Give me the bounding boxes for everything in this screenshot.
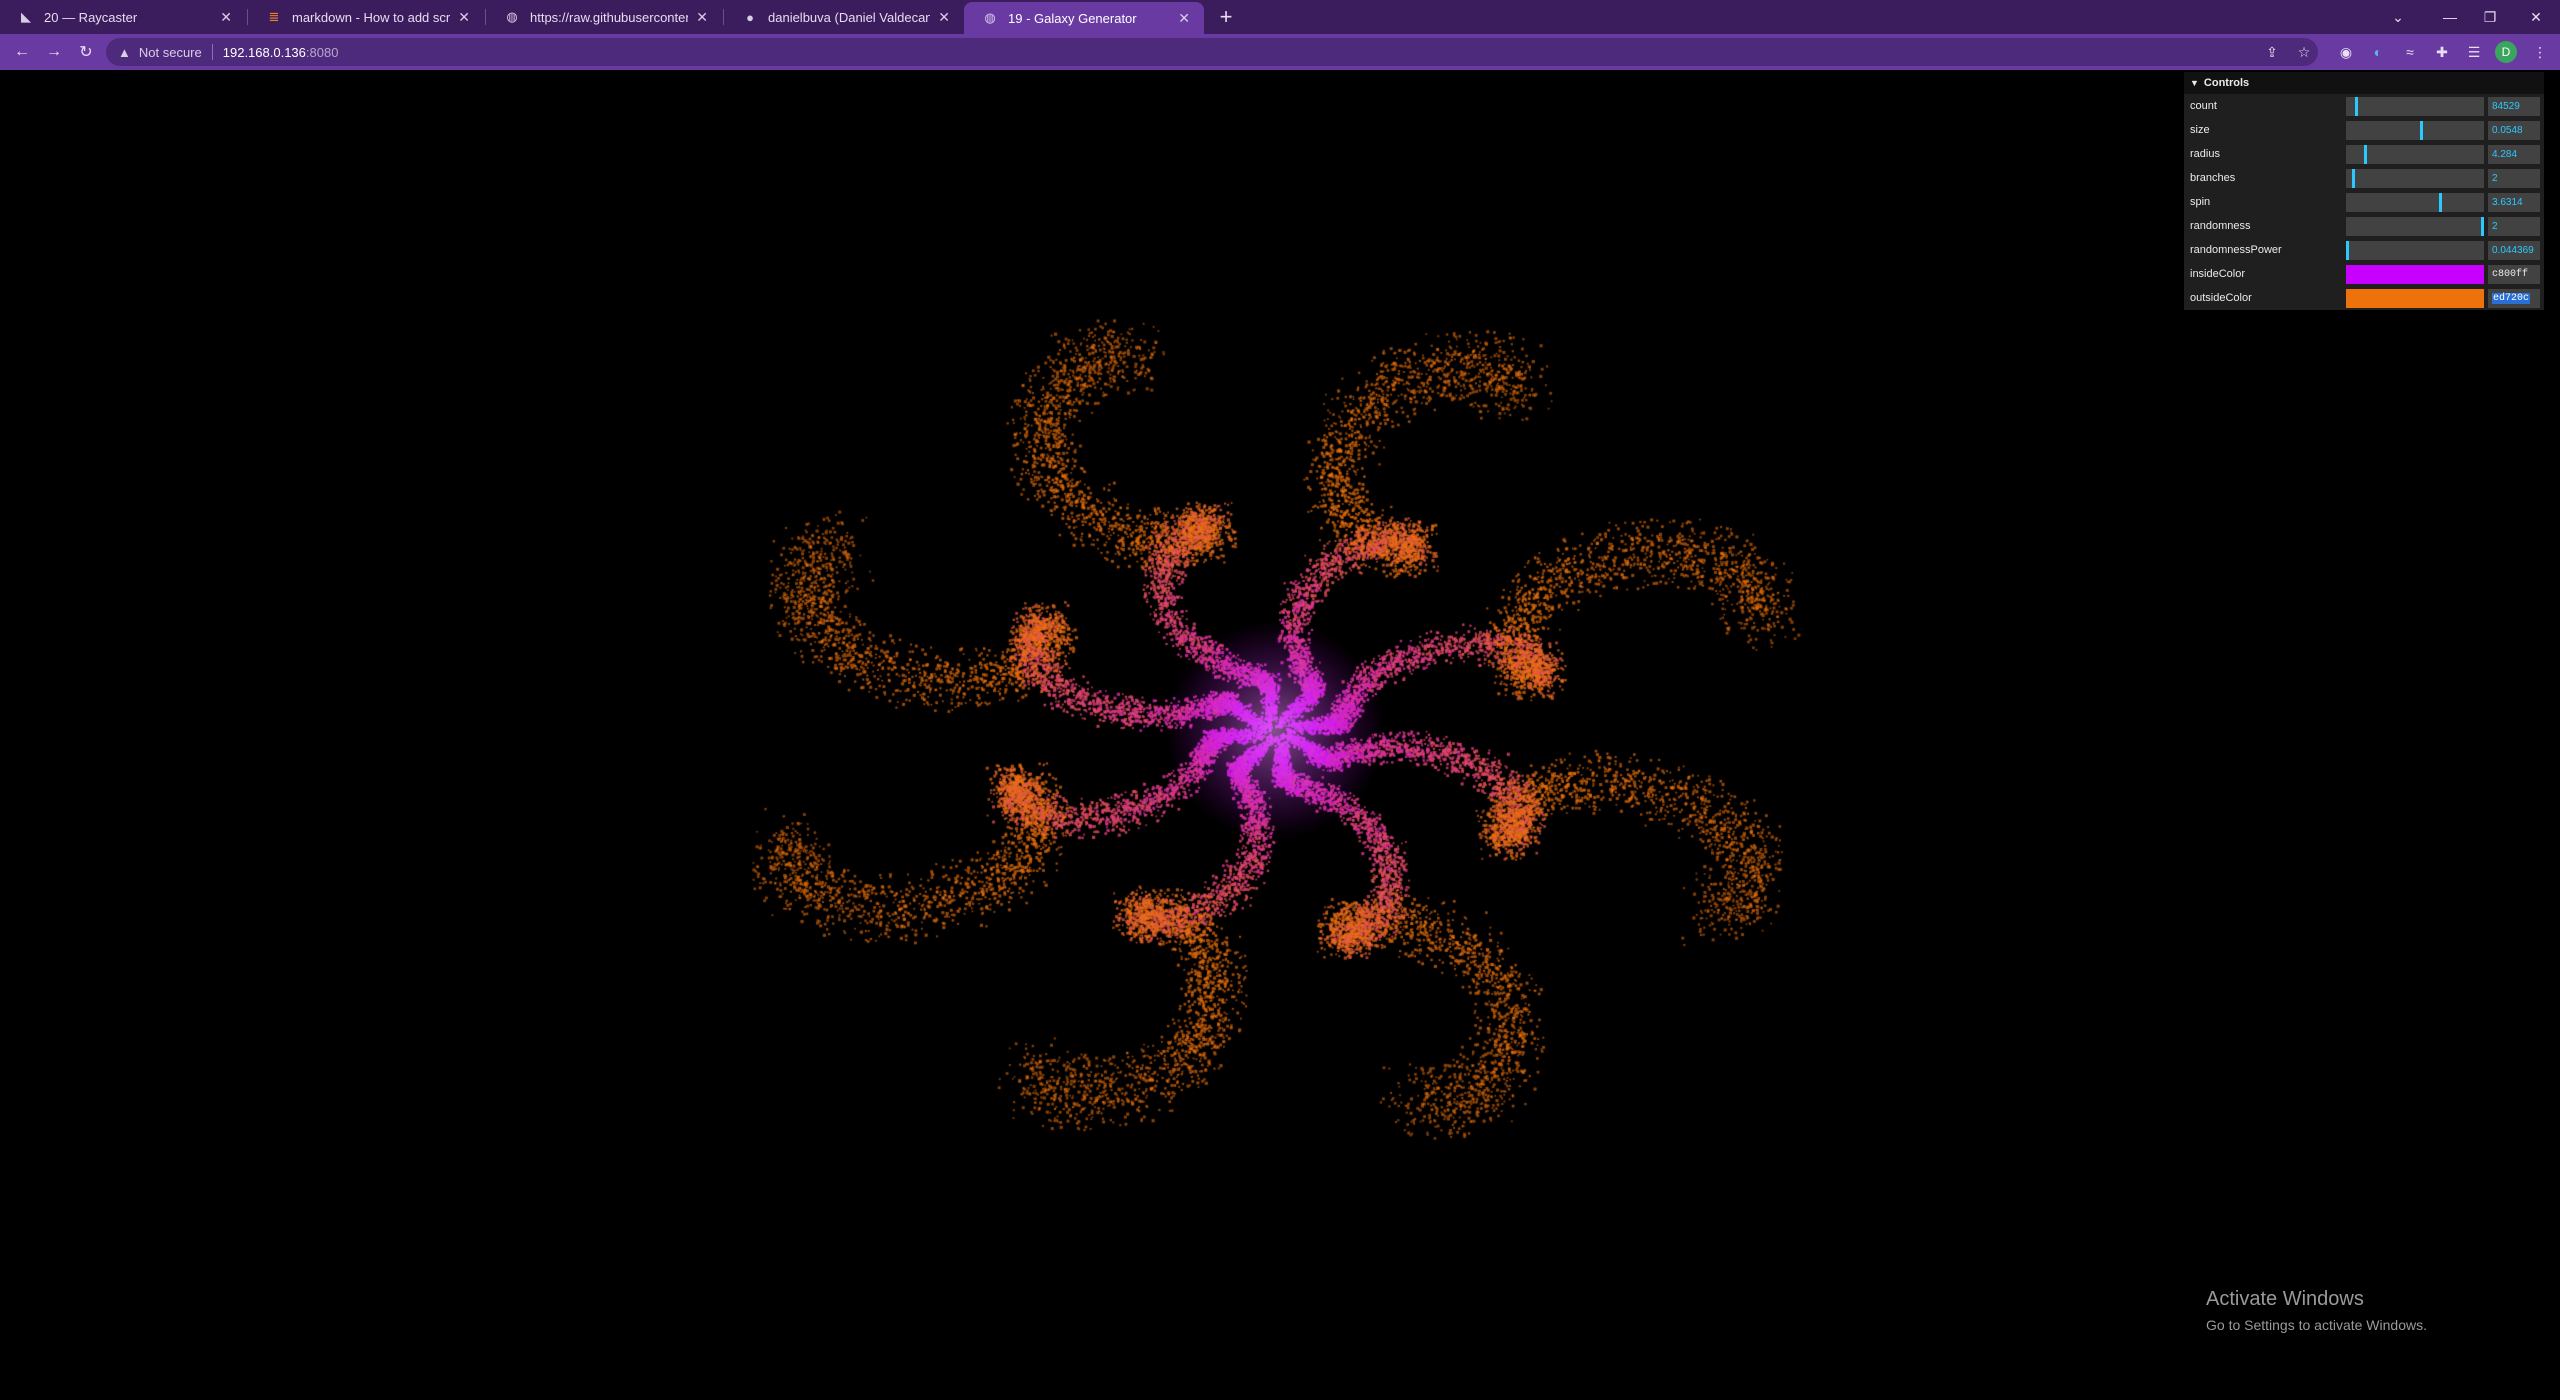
count-slider[interactable] xyxy=(2346,96,2484,116)
bookmark-star-icon[interactable]: ☆ xyxy=(2292,38,2316,66)
slider-knob[interactable] xyxy=(2346,240,2349,260)
tab-search-icon[interactable]: ⌄ xyxy=(2376,0,2420,34)
restore-button[interactable]: ❐ xyxy=(2468,0,2512,34)
security-label[interactable]: Not secure xyxy=(139,45,202,60)
size-slider[interactable] xyxy=(2346,120,2484,140)
randomness-slider[interactable] xyxy=(2346,216,2484,236)
hex-value: ed720c xyxy=(2492,292,2531,304)
reload-button[interactable]: ↻ xyxy=(72,34,100,70)
control-label: branches xyxy=(2190,172,2236,184)
divider xyxy=(211,44,213,60)
control-label: insideColor xyxy=(2190,268,2246,280)
controls-title-label: Controls xyxy=(2203,77,2250,89)
close-icon[interactable]: ✕ xyxy=(458,9,470,26)
control-label: outsideColor xyxy=(2190,292,2252,304)
control-row-spin: spin 3.6314 xyxy=(2184,190,2544,214)
reading-list-icon[interactable]: ☰ xyxy=(2460,38,2488,66)
tab-raycaster[interactable]: ◣ 20 — Raycaster ✕ xyxy=(0,0,246,34)
control-label: randomness xyxy=(2190,220,2251,232)
tab-github[interactable]: ● danielbuva (Daniel Valdecantos) ✕ xyxy=(724,0,964,34)
control-row-radius: radius 4.284 xyxy=(2184,142,2544,166)
randomnessPower-slider[interactable] xyxy=(2346,240,2484,260)
watermark-subtitle: Go to Settings to activate Windows. xyxy=(2206,1317,2427,1333)
slider-knob[interactable] xyxy=(2351,168,2355,188)
tab-label: markdown - How to add screens xyxy=(292,9,451,25)
control-row-count: count 84529 xyxy=(2184,94,2544,118)
outsideColor-hex-input[interactable]: ed720c xyxy=(2488,288,2540,308)
spin-slider[interactable] xyxy=(2346,192,2484,212)
close-window-button[interactable]: ✕ xyxy=(2514,0,2558,34)
randomnessPower-value-input[interactable]: 0.044369 xyxy=(2488,240,2540,260)
minimize-button[interactable]: — xyxy=(2428,0,2472,34)
stackoverflow-icon: ≣ xyxy=(268,9,280,24)
randomness-value-input[interactable]: 2 xyxy=(2488,216,2540,236)
slider-knob[interactable] xyxy=(2354,96,2358,116)
insideColor-hex-input[interactable]: c800ff xyxy=(2488,264,2540,284)
count-value-input[interactable]: 84529 xyxy=(2488,96,2540,116)
branches-slider[interactable] xyxy=(2346,168,2484,188)
control-row-size: size 0.0548 xyxy=(2184,118,2544,142)
tab-galaxy-generator[interactable]: ◍ 19 - Galaxy Generator ✕ xyxy=(964,2,1204,34)
controls-title[interactable]: ▼ Controls xyxy=(2184,72,2544,94)
control-label: size xyxy=(2190,124,2210,136)
control-label: radius xyxy=(2190,148,2220,160)
extension-audio-icon[interactable]: ◐ xyxy=(2364,38,2392,66)
control-label: count xyxy=(2190,100,2217,112)
size-value-input[interactable]: 0.0548 xyxy=(2488,120,2540,140)
slider-knob[interactable] xyxy=(2481,216,2484,236)
branches-value-input[interactable]: 2 xyxy=(2488,168,2540,188)
outsideColor-swatch[interactable] xyxy=(2346,288,2484,308)
slider-knob[interactable] xyxy=(2364,144,2368,164)
browser-toolbar: ← → ↻ ▲ Not secure 192.168.0.136 :8080 ⇪… xyxy=(0,34,2560,70)
control-label: spin xyxy=(2190,196,2211,208)
extension-wave-icon[interactable]: ≈ xyxy=(2396,38,2424,66)
address-bar[interactable]: ▲ Not secure 192.168.0.136 :8080 xyxy=(106,38,2318,66)
tab-label: danielbuva (Daniel Valdecantos) xyxy=(768,9,931,25)
slider-knob[interactable] xyxy=(2419,120,2423,140)
extension-owl-icon[interactable]: ◉ xyxy=(2332,38,2360,66)
github-icon: ● xyxy=(746,9,754,25)
slider-knob[interactable] xyxy=(2438,192,2442,212)
close-icon[interactable]: ✕ xyxy=(1178,10,1190,27)
close-icon[interactable]: ✕ xyxy=(696,9,708,26)
url-host: 192.168.0.136 xyxy=(222,44,306,60)
tab-strip: ◣ 20 — Raycaster ✕ ≣ markdown - How to a… xyxy=(0,0,2560,34)
forward-button[interactable]: → xyxy=(40,34,68,70)
close-icon[interactable]: ✕ xyxy=(938,9,950,26)
control-row-randomness: randomness 2 xyxy=(2184,214,2544,238)
close-icon[interactable]: ✕ xyxy=(220,9,232,26)
control-row-insideColor: insideColor c800ff xyxy=(2184,262,2544,286)
tab-label: https://raw.githubusercontent.co xyxy=(530,9,688,25)
spin-value-input[interactable]: 3.6314 xyxy=(2488,192,2540,212)
hex-value: c800ff xyxy=(2492,268,2529,280)
share-icon[interactable]: ⇪ xyxy=(2260,38,2284,66)
radius-value-input[interactable]: 4.284 xyxy=(2488,144,2540,164)
back-button[interactable]: ← xyxy=(8,34,36,70)
galaxy-canvas[interactable] xyxy=(0,70,2560,1400)
tab-label: 20 — Raycaster xyxy=(44,9,138,25)
tab-markdown[interactable]: ≣ markdown - How to add screens ✕ xyxy=(248,0,484,34)
caret-down-icon: ▼ xyxy=(2190,78,2199,88)
new-tab-button[interactable]: + xyxy=(1214,0,1238,34)
control-row-branches: branches 2 xyxy=(2184,166,2544,190)
insideColor-swatch[interactable] xyxy=(2346,264,2484,284)
globe-icon: ◍ xyxy=(506,9,518,24)
activate-windows-watermark: Activate Windows Go to Settings to activ… xyxy=(2206,1288,2427,1333)
radius-slider[interactable] xyxy=(2346,144,2484,164)
control-label: randomnessPower xyxy=(2190,244,2282,256)
url-port: :8080 xyxy=(305,44,339,60)
warning-icon: ▲ xyxy=(118,44,131,60)
menu-kebab-icon[interactable]: ⋮ xyxy=(2526,38,2554,66)
control-row-randomnessPower: randomnessPower 0.044369 xyxy=(2184,238,2544,262)
avatar[interactable]: D xyxy=(2495,41,2517,63)
webgl-scene[interactable] xyxy=(0,70,2560,1400)
control-row-outsideColor: outsideColor ed720c xyxy=(2184,286,2544,310)
threejs-icon: ◣ xyxy=(21,9,31,24)
controls-panel: ▼ Controls count 84529 size 0.0548 radius 4.2… xyxy=(2184,72,2544,310)
tab-raw-github[interactable]: ◍ https://raw.githubusercontent.co ✕ xyxy=(486,0,722,34)
watermark-title: Activate Windows xyxy=(2206,1288,2364,1310)
tab-label: 19 - Galaxy Generator xyxy=(1008,10,1137,26)
extensions-puzzle-icon[interactable]: ✚ xyxy=(2428,38,2456,66)
globe-icon: ◍ xyxy=(984,10,996,25)
